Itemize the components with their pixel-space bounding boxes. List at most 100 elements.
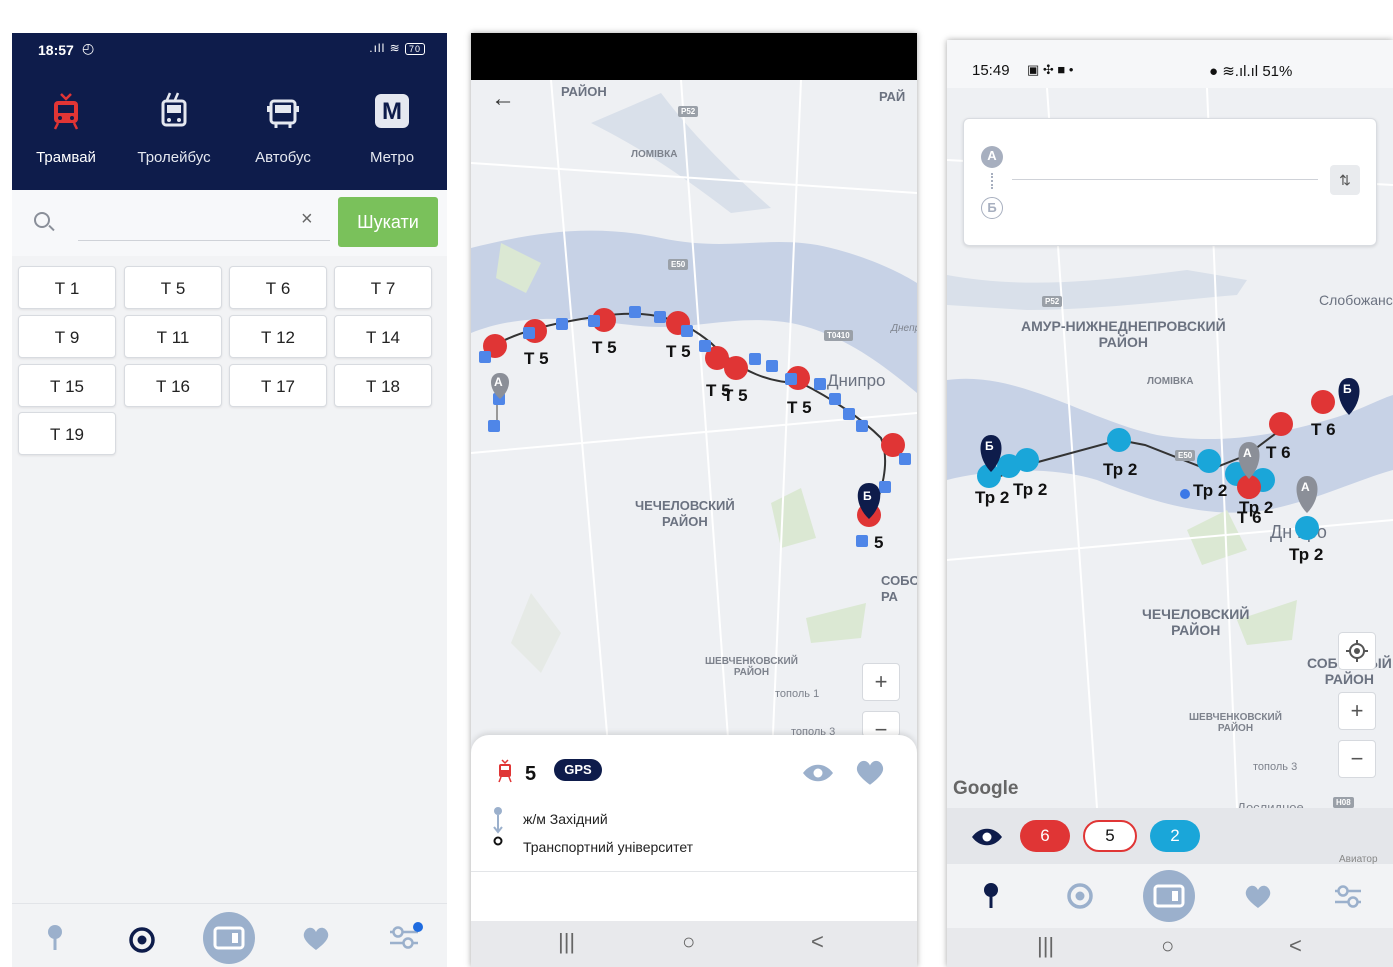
route-button[interactable]: Т 15: [18, 364, 116, 407]
eye-icon[interactable]: [801, 762, 835, 784]
home-button[interactable]: ○: [1161, 933, 1174, 959]
vehicle-label: Тр 2: [1103, 460, 1138, 479]
vehicle-label: Т 5: [666, 342, 691, 361]
zoom-out-button[interactable]: −: [1338, 740, 1376, 778]
marker-a-label: А: [1243, 446, 1252, 460]
to-stop: Транспортний університет: [523, 839, 694, 855]
route-number: 5: [525, 763, 537, 785]
divider: [471, 871, 917, 872]
vehicle-label: Тр 2: [975, 488, 1010, 507]
vehicle-label: Т 6: [1311, 420, 1336, 439]
bottom-nav: [947, 864, 1393, 928]
pin-icon[interactable]: [46, 924, 64, 952]
signal-wifi-battery: .ıll ≋ 70: [369, 41, 425, 55]
alarm-icon: ◴: [82, 40, 95, 56]
filter-icon[interactable]: [388, 922, 424, 952]
vehicle-label: 5: [874, 533, 884, 552]
eye-icon[interactable]: [970, 826, 1004, 848]
zoom-in-button[interactable]: +: [862, 663, 900, 701]
search-icon: [34, 212, 50, 228]
vehicle-label: Тр 2: [1289, 545, 1324, 564]
vehicle-label: Тр 2: [1193, 481, 1228, 500]
tab-bus[interactable]: Автобус: [229, 65, 337, 190]
heart-icon[interactable]: [855, 759, 885, 787]
pin-icon[interactable]: [982, 882, 1000, 910]
road-tag: H08: [1333, 797, 1354, 808]
vehicle-label: Т 5: [787, 398, 812, 417]
vehicle-label: Т 6: [1237, 508, 1262, 527]
heart-icon[interactable]: [302, 926, 330, 952]
bus-icon: [267, 99, 299, 128]
route-button[interactable]: Т 11: [124, 315, 222, 358]
bus-count-pill[interactable]: 5: [1083, 820, 1137, 852]
route-button[interactable]: Т 6: [229, 266, 327, 309]
transport-card-icon[interactable]: [202, 911, 256, 965]
trolley-count-pill[interactable]: 2: [1150, 820, 1200, 852]
vehicle-label: Тр 2: [1013, 480, 1048, 499]
metro-icon: M: [375, 94, 409, 128]
route-button[interactable]: Т 14: [334, 315, 432, 358]
route-button[interactable]: Т 9: [18, 315, 116, 358]
back-button[interactable]: <: [1289, 933, 1302, 959]
route-stops-icon: [493, 807, 503, 846]
route-button[interactable]: Т 7: [334, 266, 432, 309]
route-button[interactable]: Т 12: [229, 315, 327, 358]
phone-route-map: ← РАЙОН РАЙ ЛОМІВКА P52 E50 T0410 Днепр …: [471, 33, 917, 967]
tab-metro[interactable]: M Метро: [338, 65, 446, 190]
filter-icon[interactable]: [1333, 882, 1363, 910]
route-button[interactable]: Т 5: [124, 266, 222, 309]
tram-icon: [53, 93, 79, 130]
clear-icon[interactable]: ×: [301, 208, 313, 231]
heart-icon[interactable]: [1244, 884, 1272, 910]
gps-badge: GPS: [554, 759, 602, 781]
transport-tabs: Трамвай Тролейбус Автобус M Метро: [12, 65, 447, 222]
route-button[interactable]: Т 16: [124, 364, 222, 407]
recent-apps-button[interactable]: |||: [1037, 933, 1054, 959]
marker-a-label: А: [494, 375, 503, 389]
map-label: ЧЕЧЕЛОВСКИЙ РАЙОН: [1142, 606, 1250, 638]
tab-label: Метро: [369, 149, 415, 166]
zoom-in-button[interactable]: +: [1338, 692, 1376, 730]
target-icon[interactable]: [1066, 882, 1094, 910]
my-location-button[interactable]: [1338, 632, 1376, 670]
search-input[interactable]: [78, 240, 330, 241]
vehicle-label: Т 5: [524, 349, 549, 368]
tab-tram[interactable]: Трамвай: [12, 65, 120, 190]
tram-markers[interactable]: [483, 308, 905, 527]
tab-label: Тролейбус: [137, 149, 211, 166]
bottom-nav: [12, 903, 447, 967]
status-bar: 18:57 ◴ .ıll ≋ 70: [12, 33, 447, 65]
route-button[interactable]: Т 17: [229, 364, 327, 407]
system-nav-bar: ||| ○ <: [471, 921, 917, 967]
system-nav-bar: ||| ○ <: [947, 928, 1393, 967]
tram-icon: [498, 759, 512, 783]
target-icon[interactable]: [128, 926, 156, 954]
home-button[interactable]: ○: [682, 929, 695, 955]
trolleybus-icon: [161, 92, 187, 127]
map-label: тополь 3: [1253, 761, 1298, 773]
marker-b-label: Б: [1343, 382, 1352, 396]
route-button[interactable]: Т 19: [18, 412, 116, 455]
back-button[interactable]: <: [811, 929, 824, 955]
vehicle-label: Т 5: [592, 338, 617, 357]
route-button[interactable]: Т 1: [18, 266, 116, 309]
vehicle-label: Т 5: [723, 386, 748, 405]
zoom-out-button[interactable]: −: [862, 711, 900, 742]
tab-label: Трамвай: [36, 149, 96, 166]
vehicle-filter-bar: 6 5 2 Авиатор: [947, 808, 1393, 865]
tab-trolleybus[interactable]: Тролейбус: [120, 65, 228, 190]
search-button[interactable]: Шукати: [338, 197, 438, 247]
vehicle-label: Т 6: [1266, 443, 1291, 462]
marker-b-label: Б: [863, 489, 872, 503]
status-time: 18:57: [38, 42, 74, 58]
battery-icon: 70: [404, 43, 425, 55]
transport-card-icon[interactable]: [1142, 869, 1196, 923]
bus-stop-markers[interactable]: [479, 306, 911, 547]
search-bar: × Шукати: [12, 190, 447, 256]
tab-label: Автобус: [255, 149, 311, 166]
phone-route-list: 18:57 ◴ .ıll ≋ 70 Трамвай Тролейбус Авто…: [12, 33, 447, 967]
recent-apps-button[interactable]: |||: [558, 929, 575, 955]
vehicle-layer: [479, 306, 911, 547]
tram-count-pill[interactable]: 6: [1020, 820, 1070, 852]
route-button[interactable]: Т 18: [334, 364, 432, 407]
